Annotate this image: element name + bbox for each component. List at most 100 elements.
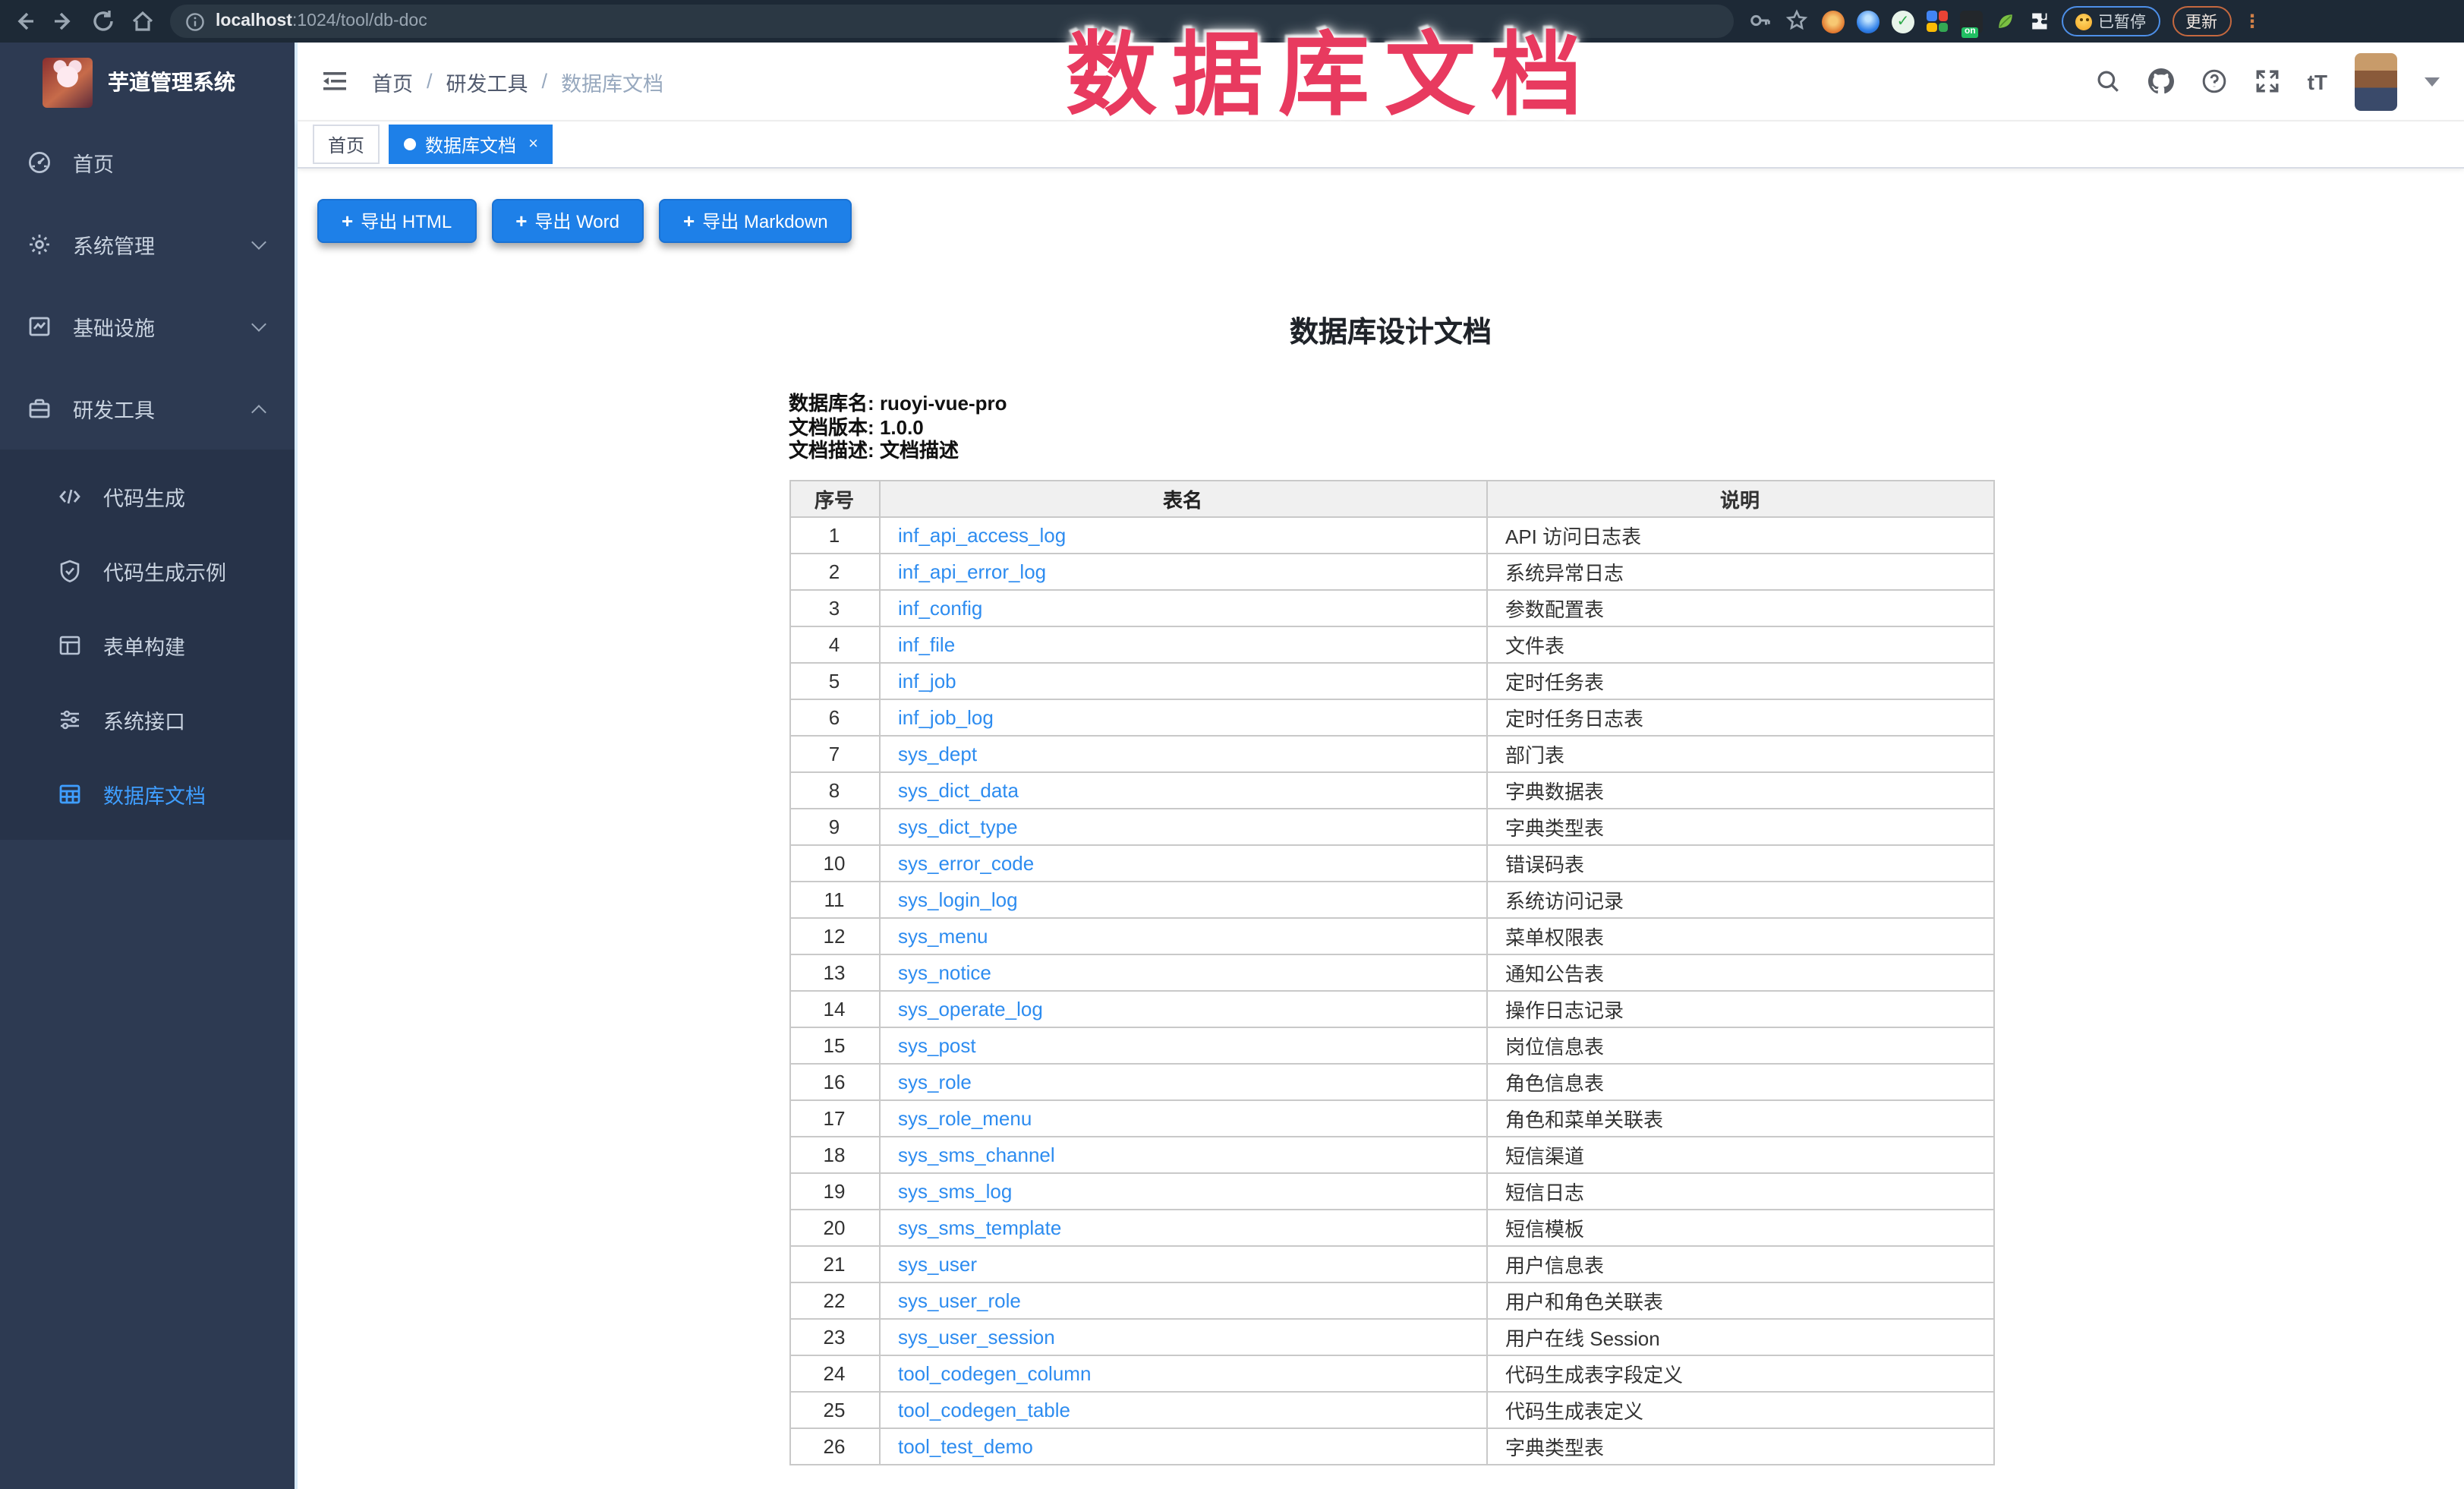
export-html-button[interactable]: + 导出 HTML [317,199,476,243]
back-icon[interactable] [12,9,36,33]
doc-meta-line: 文档描述: 文档描述 [789,439,1993,462]
user-avatar[interactable] [2355,52,2397,110]
browser-menu-icon[interactable]: ⋮ [2243,12,2261,30]
table-name-link[interactable]: sys_menu [898,924,988,947]
paused-label: 已暂停 [2098,10,2146,33]
table-row: 13 sys_notice 通知公告表 [789,954,1993,990]
chrome-update-button[interactable]: 更新 [2172,6,2231,36]
export-word-button[interactable]: + 导出 Word [491,199,644,243]
table-name-link[interactable]: inf_file [898,633,955,655]
table-desc: 用户和角色关联表 [1486,1282,1993,1318]
sidebar-item-home[interactable]: 首页 [0,121,295,203]
sidebar-item-codegen-demo[interactable]: 代码生成示例 [0,533,295,607]
extension-icon-pin[interactable] [1857,10,1880,33]
app-logo[interactable]: 芋道管理系统 [0,43,295,121]
table-desc: 参数配置表 [1486,589,1993,626]
row-number: 11 [789,881,879,917]
meta-value: 1.0.0 [880,415,924,438]
extension-icon-leaf[interactable] [1995,11,2016,32]
table-name-link[interactable]: sys_post [898,1033,976,1056]
table-desc: 短信日志 [1486,1172,1993,1209]
plus-icon: + [515,210,527,232]
row-number: 13 [789,954,879,990]
sidebar-item-label: 基础设施 [73,311,232,342]
table-name-link[interactable]: sys_role [898,1070,972,1093]
table-name-link[interactable]: sys_dict_type [898,815,1018,838]
table-name-link[interactable]: inf_api_access_log [898,523,1066,546]
sidebar-item-system[interactable]: 系统管理 [0,203,295,285]
table-name-link[interactable]: sys_sms_channel [898,1143,1055,1166]
table-name-link[interactable]: inf_api_error_log [898,560,1046,582]
url-text[interactable]: localhost:1024/tool/db-doc [216,12,427,30]
sidebar-item-devtools[interactable]: 研发工具 [0,368,295,450]
table-name-link[interactable]: sys_notice [898,961,991,983]
sidebar-item-form-builder[interactable]: 表单构建 [0,607,295,682]
table-name-link[interactable]: tool_test_demo [898,1434,1033,1457]
row-number: 15 [789,1027,879,1063]
table-name-link[interactable]: sys_user_session [898,1325,1055,1348]
home-icon[interactable] [131,9,155,33]
table-row: 1 inf_api_access_log API 访问日志表 [789,516,1993,553]
address-bar[interactable]: localhost:1024/tool/db-doc [170,5,1734,38]
breadcrumb-home[interactable]: 首页 [372,66,413,96]
tag-close-icon[interactable]: × [528,135,538,153]
table-name-link[interactable]: sys_dict_data [898,778,1019,801]
github-icon[interactable] [2148,68,2174,94]
table-desc: 通知公告表 [1486,954,1993,990]
table-name-link[interactable]: sys_error_code [898,851,1034,874]
table-name-link[interactable]: sys_role_menu [898,1106,1032,1129]
table-name-link[interactable]: sys_dept [898,742,977,765]
plus-icon: + [683,210,695,232]
site-info-icon[interactable] [185,11,205,31]
sidebar-item-db-doc[interactable]: 数据库文档 [0,756,295,831]
table-name-link[interactable]: sys_login_log [898,888,1018,910]
url-path: :1024/tool/db-doc [292,12,427,30]
table-name-link[interactable]: inf_job_log [898,705,994,728]
sidebar-item-infra[interactable]: 基础设施 [0,285,295,368]
tag-label: 首页 [328,131,364,157]
table-name-link[interactable]: inf_job [898,669,956,692]
table-desc: 代码生成表定义 [1486,1391,1993,1427]
profile-paused-badge[interactable]: 已暂停 [2062,6,2160,36]
breadcrumb-devtools[interactable]: 研发工具 [446,66,528,96]
table-name-link[interactable]: sys_sms_template [898,1216,1061,1238]
table-name-link[interactable]: tool_codegen_table [898,1398,1070,1421]
extension-icon-orange[interactable] [1822,10,1845,33]
table-name-link[interactable]: sys_sms_log [898,1179,1012,1202]
tag-home[interactable]: 首页 [313,125,380,164]
active-dot [404,138,416,150]
page-content: + 导出 HTML + 导出 Word + 导出 Markdown 数据库设计文… [298,169,2464,1489]
extension-icon-on-switch[interactable]: on [1960,10,1983,33]
help-icon[interactable] [2201,68,2227,94]
font-size-icon[interactable]: tT [2308,71,2327,92]
forward-icon[interactable] [52,9,76,33]
extensions-puzzle-icon[interactable] [2028,11,2050,32]
extension-icon-check[interactable] [1892,10,1914,33]
user-menu-caret-icon[interactable] [2425,77,2440,86]
bookmark-star-icon[interactable] [1785,9,1810,33]
extension-icon-grid[interactable] [1927,11,1948,32]
fullscreen-icon[interactable] [2254,68,2280,94]
sidebar-item-label: 代码生成示例 [103,555,273,585]
table-desc: 系统访问记录 [1486,881,1993,917]
table-name-link[interactable]: sys_operate_log [898,997,1043,1020]
table-name-link[interactable]: inf_config [898,596,982,619]
table-row: 11 sys_login_log 系统访问记录 [789,881,1993,917]
table-name-link[interactable]: sys_user_role [898,1289,1021,1311]
export-markdown-button[interactable]: + 导出 Markdown [659,199,852,243]
key-icon[interactable] [1749,9,1773,33]
table-row: 20 sys_sms_template 短信模板 [789,1209,1993,1245]
search-icon[interactable] [2095,68,2121,94]
reload-icon[interactable] [91,9,115,33]
tag-db-doc[interactable]: 数据库文档 × [389,125,553,164]
row-number: 12 [789,917,879,954]
sidebar-collapse-icon[interactable] [322,68,348,94]
table-row: 8 sys_dict_data 字典数据表 [789,771,1993,808]
row-number: 7 [789,735,879,771]
table-desc: 系统异常日志 [1486,553,1993,589]
sidebar-item-api[interactable]: 系统接口 [0,682,295,756]
table-name-link[interactable]: tool_codegen_column [898,1361,1091,1384]
sidebar-item-codegen[interactable]: 代码生成 [0,459,295,533]
table-desc: 代码生成表字段定义 [1486,1355,1993,1391]
table-name-link[interactable]: sys_user [898,1252,977,1275]
